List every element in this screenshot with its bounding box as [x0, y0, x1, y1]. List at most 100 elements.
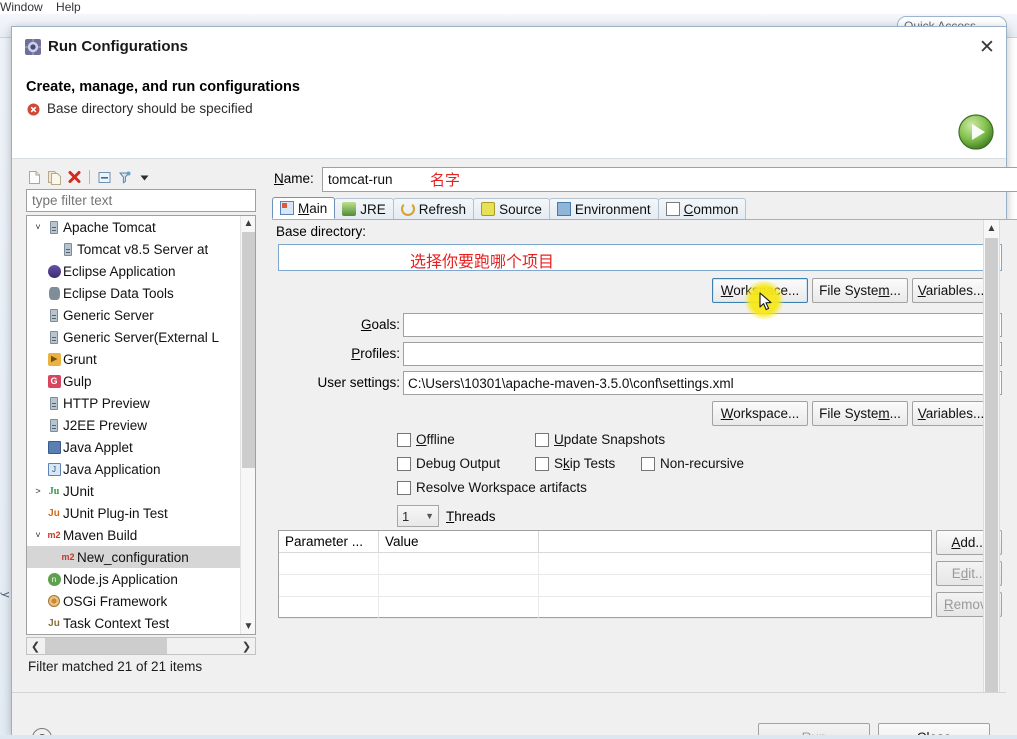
- checkbox-update-snapshots-box[interactable]: [535, 432, 549, 447]
- table-row[interactable]: [279, 597, 931, 619]
- file-system-button-top[interactable]: File System...: [812, 278, 908, 303]
- threads-value: 1: [402, 508, 410, 524]
- view-menu-icon[interactable]: [136, 169, 153, 186]
- tab-refresh[interactable]: Refresh: [392, 198, 475, 219]
- checkbox-non-recursive-box[interactable]: [641, 456, 655, 471]
- run-play-icon[interactable]: [956, 112, 996, 152]
- workspace-button-top[interactable]: Workspace...: [712, 278, 808, 303]
- menu-window[interactable]: Window: [0, 0, 43, 14]
- java-application-icon: J: [45, 462, 63, 476]
- tree-item-generic-server[interactable]: Generic Server: [27, 304, 242, 326]
- tree-item-j2ee-preview[interactable]: J2EE Preview: [27, 414, 242, 436]
- configurations-tree-panel: ˅ Apache Tomcat Tomcat v8.5 Server at Ecli…: [22, 167, 260, 683]
- goals-input[interactable]: [403, 313, 1002, 337]
- user-settings-label: User settings:: [317, 375, 400, 390]
- tree-twisty-icon[interactable]: ˅: [31, 222, 45, 232]
- tree-twisty-icon[interactable]: ˅: [31, 530, 45, 540]
- tree-item-junit-plug-in-test[interactable]: Ju JUnit Plug-in Test: [27, 502, 242, 524]
- checkbox-debug-output[interactable]: Debug Output: [397, 456, 500, 471]
- tree-item-java-application[interactable]: J Java Application: [27, 458, 242, 480]
- tree-item-http-preview[interactable]: HTTP Preview: [27, 392, 242, 414]
- tab-common[interactable]: Common: [657, 198, 747, 219]
- tree-scroll-thumb[interactable]: [242, 232, 255, 468]
- tree-item-eclipse-application[interactable]: Eclipse Application: [27, 260, 242, 282]
- menu-help[interactable]: Help: [56, 0, 81, 14]
- delete-configuration-icon[interactable]: [66, 169, 83, 186]
- tree-item-osgi-framework[interactable]: OSGi Framework: [27, 590, 242, 612]
- column-header-blank[interactable]: [539, 531, 931, 552]
- checkbox-resolve-workspace-artifacts-box[interactable]: [397, 480, 411, 495]
- variables-button-top[interactable]: Variables...: [912, 278, 990, 303]
- new-configuration-icon[interactable]: [26, 169, 43, 186]
- threads-select[interactable]: 1 ▼: [397, 505, 439, 527]
- name-input[interactable]: [322, 167, 1017, 192]
- table-row[interactable]: [279, 575, 931, 597]
- tree-item-junit[interactable]: ˃ Ju JUnit: [27, 480, 242, 502]
- tab-main[interactable]: Main: [272, 197, 336, 219]
- tree-item-gulp[interactable]: G Gulp: [27, 370, 242, 392]
- server-icon: [45, 418, 63, 432]
- file-system-button-bottom[interactable]: File System...: [812, 401, 908, 426]
- collapse-all-icon[interactable]: [96, 169, 113, 186]
- tree-scroll-down-icon[interactable]: ▼: [241, 619, 255, 634]
- tree-item-label: J2EE Preview: [63, 417, 148, 433]
- tree-item-task-context-test[interactable]: Ju Task Context Test: [27, 612, 242, 634]
- checkbox-offline-box[interactable]: [397, 432, 411, 447]
- tree-scroll-right-icon[interactable]: ❯: [238, 638, 255, 654]
- tree-item-maven-build[interactable]: ˅ m2 Maven Build: [27, 524, 242, 546]
- tree-item-label: Gulp: [63, 373, 92, 389]
- config-vertical-scrollbar[interactable]: ▲ ▼: [983, 220, 1000, 739]
- tree-item-grunt[interactable]: Grunt: [27, 348, 242, 370]
- parameters-table[interactable]: Parameter ... Value: [278, 530, 932, 619]
- checkbox-non-recursive[interactable]: Non-recursive: [641, 456, 744, 471]
- tree-vertical-scrollbar[interactable]: ▲ ▼: [240, 216, 255, 634]
- workspace-button-bottom[interactable]: Workspace...: [712, 401, 808, 426]
- maven-icon: m2: [61, 552, 75, 562]
- filter-input[interactable]: [26, 189, 256, 212]
- tab-source[interactable]: Source: [473, 198, 550, 219]
- checkbox-skip-tests[interactable]: Skip Tests: [535, 456, 615, 471]
- column-header-parameter[interactable]: Parameter ...: [279, 531, 379, 552]
- osgi-icon: [45, 595, 63, 607]
- table-row[interactable]: [279, 553, 931, 575]
- duplicate-configuration-icon[interactable]: [46, 169, 63, 186]
- tree-item-generic-server-external-l[interactable]: Generic Server(External L: [27, 326, 242, 348]
- refresh-tab-icon: [400, 202, 415, 216]
- jre-tab-icon: [342, 202, 357, 216]
- checkbox-skip-tests-box[interactable]: [535, 456, 549, 471]
- tree-item-java-applet[interactable]: Java Applet: [27, 436, 242, 458]
- checkbox-non-recursive-label: Non-recursive: [660, 456, 745, 471]
- checkbox-debug-output-box[interactable]: [397, 456, 411, 471]
- tree-scroll-left-icon[interactable]: ❮: [27, 638, 44, 654]
- base-directory-input[interactable]: [278, 244, 1002, 271]
- tree-scroll-up-icon[interactable]: ▲: [241, 216, 255, 231]
- column-header-value[interactable]: Value: [379, 531, 539, 552]
- tab-environment[interactable]: Environment: [548, 198, 659, 219]
- server-icon: [45, 330, 63, 344]
- checkbox-update-snapshots[interactable]: Update Snapshots: [535, 432, 665, 447]
- tree-item-apache-tomcat[interactable]: ˅ Apache Tomcat: [27, 216, 242, 238]
- configurations-tree[interactable]: ˅ Apache Tomcat Tomcat v8.5 Server at Ecli…: [26, 215, 256, 635]
- tree-items-list: ˅ Apache Tomcat Tomcat v8.5 Server at Ecli…: [27, 216, 242, 634]
- filter-icon[interactable]: [116, 169, 133, 186]
- tree-item-tomcat-v8-5-server-at[interactable]: Tomcat v8.5 Server at: [27, 238, 242, 260]
- checkbox-offline[interactable]: Offline: [397, 432, 455, 447]
- config-scroll-up-icon[interactable]: ▲: [984, 220, 999, 236]
- tree-item-node-js-application[interactable]: n Node.js Application: [27, 568, 242, 590]
- checkbox-resolve-workspace-artifacts[interactable]: Resolve Workspace artifacts: [397, 480, 587, 495]
- config-scroll-thumb[interactable]: [985, 238, 998, 698]
- server-icon: [59, 242, 77, 256]
- tree-hscroll-thumb[interactable]: [45, 638, 167, 654]
- profiles-label: Profiles:: [351, 346, 400, 361]
- tab-jre[interactable]: JRE: [334, 198, 394, 219]
- tree-horizontal-scrollbar[interactable]: ❮ ❯: [26, 637, 256, 655]
- tree-twisty-icon[interactable]: ˃: [31, 486, 45, 496]
- filter-status-label: Filter matched 21 of 21 items: [28, 659, 203, 674]
- tree-item-new-configuration[interactable]: m2 New_configuration: [27, 546, 242, 568]
- tab-label: Main: [298, 200, 328, 216]
- tree-item-eclipse-data-tools[interactable]: Eclipse Data Tools: [27, 282, 242, 304]
- variables-button-bottom[interactable]: Variables...: [912, 401, 990, 426]
- profiles-input[interactable]: [403, 342, 1002, 366]
- close-icon[interactable]: ✕: [974, 35, 1000, 59]
- user-settings-input[interactable]: [403, 371, 1002, 395]
